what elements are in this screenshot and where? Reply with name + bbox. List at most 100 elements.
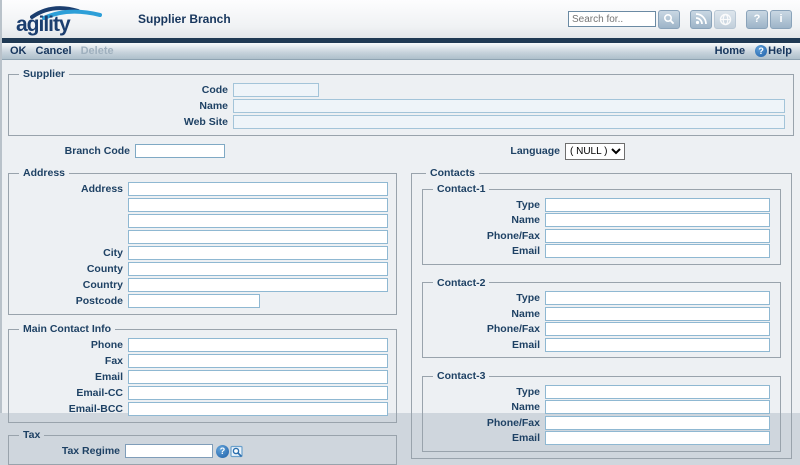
language-select[interactable]: ( NULL ) [565, 143, 625, 160]
address-legend: Address [19, 167, 69, 179]
ok-button[interactable]: OK [10, 45, 27, 57]
contact-1-type-label: Type [427, 199, 545, 211]
contact-2-type-label: Type [427, 292, 545, 304]
fax-label: Fax [13, 355, 128, 367]
fax-field[interactable] [128, 354, 388, 368]
page-title: Supplier Branch [138, 12, 231, 26]
contact-1-legend: Contact-1 [433, 183, 489, 195]
header: agility Supplier Branch [2, 0, 800, 38]
branch-code-label: Branch Code [8, 145, 135, 157]
phone-label: Phone [13, 339, 128, 351]
phone-field[interactable] [128, 338, 388, 352]
language-label: Language [510, 145, 565, 157]
help-badge-icon: ? [755, 45, 767, 57]
code-label: Code [13, 84, 233, 96]
contact-3-phonefax-label: Phone/Fax [427, 417, 545, 429]
postcode-field[interactable] [128, 294, 260, 308]
contact-3-type-field[interactable] [545, 385, 770, 399]
tax-legend: Tax [19, 429, 44, 441]
city-field[interactable] [128, 246, 388, 260]
county-label: County [13, 263, 128, 275]
email-cc-field[interactable] [128, 386, 388, 400]
contact-2-legend: Contact-2 [433, 277, 489, 289]
contact-2-phonefax-label: Phone/Fax [427, 323, 545, 335]
email-label: Email [13, 371, 128, 383]
contact-1-name-field[interactable] [545, 213, 770, 227]
contact-2-fieldset: Contact-2 Type Name Phone/Fax [422, 277, 781, 359]
contact-2-name-label: Name [427, 308, 545, 320]
help-link[interactable]: Help [768, 45, 792, 57]
delete-button[interactable]: Delete [81, 45, 114, 57]
name-label: Name [13, 100, 233, 112]
contact-3-name-label: Name [427, 401, 545, 413]
info-icon: i [779, 13, 782, 25]
contact-2-email-field[interactable] [545, 338, 770, 352]
left-column: Address Address [8, 167, 397, 465]
contact-3-legend: Contact-3 [433, 370, 489, 382]
contact-1-phonefax-label: Phone/Fax [427, 230, 545, 242]
contact-1-type-field[interactable] [545, 198, 770, 212]
contact-2-name-field[interactable] [545, 307, 770, 321]
tax-regime-help-icon[interactable]: ? [216, 445, 229, 458]
main-contact-legend: Main Contact Info [19, 323, 115, 335]
supplier-name-field[interactable] [233, 99, 785, 113]
supplier-website-field[interactable] [233, 115, 785, 129]
contact-3-email-field[interactable] [545, 431, 770, 445]
tax-regime-field[interactable] [125, 444, 213, 458]
country-field[interactable] [128, 278, 388, 292]
address-fieldset: Address Address [8, 167, 397, 315]
email-bcc-label: Email-BCC [13, 403, 128, 415]
email-cc-label: Email-CC [13, 387, 128, 399]
contact-2-email-label: Email [427, 339, 545, 351]
contact-3-name-field[interactable] [545, 400, 770, 414]
contact-3-fieldset: Contact-3 Type Name Phone/Fax [422, 370, 781, 452]
supplier-fieldset: Supplier Code Name Web Site [8, 68, 794, 136]
address-label: Address [13, 183, 128, 195]
contacts-fieldset: Contacts Contact-1 Type Name Phone/Fax [411, 167, 792, 459]
logo-text: agility [16, 16, 70, 34]
globe-icon [719, 13, 732, 26]
supplier-branch-page: agility Supplier Branch [0, 0, 800, 413]
toolbar: OK Cancel Delete Home ? Help [2, 43, 800, 60]
cancel-button[interactable]: Cancel [36, 45, 72, 57]
agility-logo: agility [16, 5, 116, 34]
contact-1-email-label: Email [427, 245, 545, 257]
contact-3-phonefax-field[interactable] [545, 416, 770, 430]
address-line2-field[interactable] [128, 198, 388, 212]
county-field[interactable] [128, 262, 388, 276]
help-button[interactable]: ? [746, 10, 768, 29]
tax-fieldset: Tax Tax Regime ? [8, 429, 397, 465]
contact-1-phonefax-field[interactable] [545, 229, 770, 243]
contact-3-type-label: Type [427, 386, 545, 398]
website-label: Web Site [13, 116, 233, 128]
country-label: Country [13, 279, 128, 291]
contacts-legend: Contacts [426, 167, 479, 179]
city-label: City [13, 247, 128, 259]
contact-2-phonefax-field[interactable] [545, 322, 770, 336]
address-line3-field[interactable] [128, 214, 388, 228]
globe-button[interactable] [714, 10, 736, 29]
contact-2-type-field[interactable] [545, 291, 770, 305]
branch-row: Branch Code Language ( NULL ) [8, 141, 794, 161]
info-button[interactable]: i [770, 10, 792, 29]
contact-1-fieldset: Contact-1 Type Name Phone/Fax [422, 183, 781, 265]
email-bcc-field[interactable] [128, 402, 388, 416]
postcode-label: Postcode [13, 295, 128, 307]
supplier-code-field[interactable] [233, 83, 319, 97]
tax-regime-lookup-icon[interactable] [230, 445, 245, 458]
tax-regime-label: Tax Regime [13, 445, 125, 457]
search-input[interactable] [568, 11, 656, 27]
branch-code-field[interactable] [135, 144, 225, 158]
form-content: Supplier Code Name Web Site Branch Code … [2, 60, 800, 465]
rss-button[interactable] [690, 10, 712, 29]
contact-3-email-label: Email [427, 432, 545, 444]
search-button[interactable] [658, 10, 680, 29]
address-line1-field[interactable] [128, 182, 388, 196]
home-link[interactable]: Home [715, 45, 746, 57]
email-field[interactable] [128, 370, 388, 384]
address-line4-field[interactable] [128, 230, 388, 244]
rss-icon [695, 13, 707, 25]
contact-1-email-field[interactable] [545, 244, 770, 258]
right-column: Contacts Contact-1 Type Name Phone/Fax [411, 167, 792, 459]
supplier-legend: Supplier [19, 68, 69, 80]
